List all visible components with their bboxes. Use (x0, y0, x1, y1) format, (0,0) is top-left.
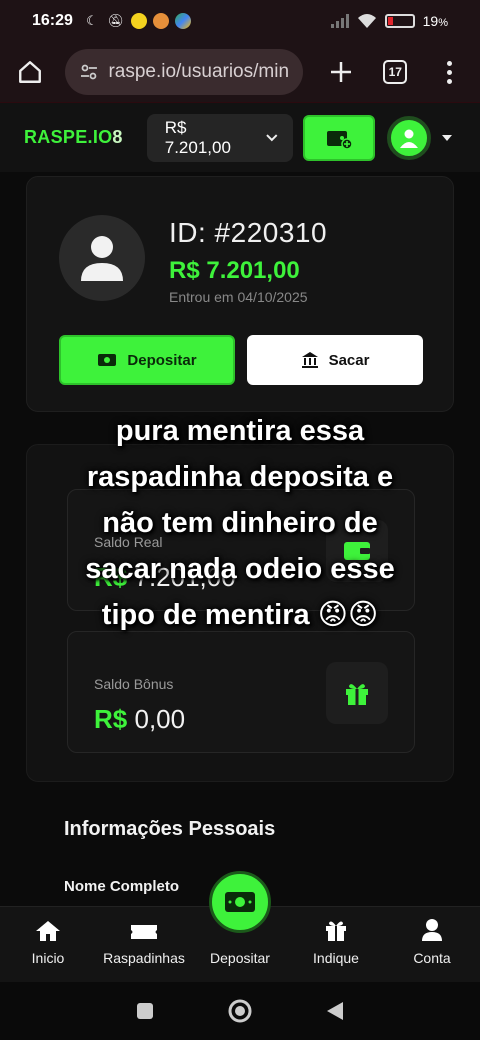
wallet-plus-icon (326, 130, 353, 150)
bottom-navigation: Inicio Raspadinhas Depositar Indique Con… (0, 871, 480, 982)
full-name-label: Nome Completo (64, 878, 180, 895)
app-header: RASPE.IO8 R$ 7.201,00 (0, 102, 480, 172)
withdraw-button[interactable]: Sacar (247, 335, 423, 385)
gift-icon (326, 662, 388, 724)
browser-menu-button[interactable] (434, 54, 467, 90)
snapchat-icon (130, 13, 147, 29)
status-time: 16:29 (32, 12, 73, 29)
wifi-icon (357, 14, 376, 28)
nav-home-label: Inicio (31, 950, 65, 966)
user-icon (399, 129, 418, 148)
new-tab-button[interactable] (325, 54, 358, 90)
nav-indique-label: Indique (313, 950, 359, 966)
header-balance: R$ 7.201,00 (164, 117, 231, 157)
more-vert-icon (447, 60, 453, 66)
gift-icon (326, 921, 346, 941)
tab-count: 17 (383, 60, 408, 84)
system-home-icon[interactable] (227, 998, 253, 1024)
nav-raspadinhas[interactable]: Raspadinhas (96, 907, 192, 982)
caption-line: raspadinha deposita e (86, 461, 394, 493)
system-navigation (0, 982, 480, 1040)
browser-home-icon (19, 61, 42, 83)
browser-toolbar: raspe.io/usuarios/min 17 (0, 42, 480, 102)
url-text: raspe.io/usuarios/min (108, 61, 289, 82)
personal-info-title: Informações Pessoais (64, 818, 276, 840)
profile-card: ID: #220310 R$ 7.201,00 Entrou em 04/10/… (26, 176, 454, 412)
tab-switcher-button[interactable]: 17 (379, 54, 412, 90)
video-caption-overlay: pura mentira essa raspadinha deposita e … (0, 408, 480, 638)
status-right: 19% (330, 13, 448, 29)
deposit-label: Depositar (127, 351, 197, 369)
cash-icon (225, 892, 255, 912)
profile-avatar (59, 215, 145, 301)
recents-icon[interactable] (136, 1002, 154, 1020)
site-settings-icon[interactable] (79, 62, 99, 82)
deposit-button[interactable]: Depositar (59, 335, 235, 385)
bank-icon (301, 352, 318, 368)
status-bar: 16:29 ☾ 🔕︎ 19% (0, 0, 480, 42)
joined-date: Entrou em 04/10/2025 (169, 289, 308, 305)
nav-depositar[interactable]: Depositar (192, 871, 288, 982)
address-bar[interactable]: raspe.io/usuarios/min (64, 49, 303, 95)
logo[interactable]: RASPE.IO8 (24, 127, 123, 148)
user-placeholder-icon (81, 236, 123, 281)
app-notification-icon (152, 13, 169, 29)
account-caret-icon[interactable] (441, 134, 453, 142)
caption-line: não tem dinheiro de (102, 507, 378, 539)
user-id: ID: #220310 (169, 217, 328, 248)
play-store-icon (174, 13, 191, 29)
home-button[interactable] (14, 54, 47, 90)
status-left: 16:29 ☾ 🔕︎ (32, 12, 191, 30)
user-icon (422, 919, 442, 941)
mute-bell-icon: 🔕︎ (107, 13, 125, 28)
battery-icon (384, 14, 415, 28)
caption-line: pura mentira essa (115, 415, 365, 447)
plus-icon (330, 62, 351, 82)
back-icon[interactable] (326, 1001, 344, 1021)
balance-dropdown[interactable]: R$ 7.201,00 (146, 113, 293, 162)
nav-conta-label: Conta (413, 950, 451, 966)
profile-balance: R$ 7.201,00 (169, 257, 300, 284)
ticket-icon (131, 925, 157, 939)
nav-raspadinhas-label: Raspadinhas (103, 950, 185, 966)
battery-percent: 19% (422, 13, 448, 29)
bonus-balance-box: Saldo Bônus R$ 0,00 (67, 631, 415, 753)
bonus-balance-label: Saldo Bônus (94, 676, 174, 692)
caption-line: tipo de mentira 😡😡 (101, 599, 379, 631)
signal-icon (330, 14, 349, 28)
withdraw-label: Sacar (328, 351, 370, 369)
nav-indique[interactable]: Indique (288, 907, 384, 982)
home-icon (36, 921, 60, 941)
cash-icon (98, 354, 117, 366)
moon-icon: ☾ (86, 13, 98, 28)
nav-home[interactable]: Inicio (0, 907, 96, 982)
bonus-balance-value: R$ 0,00 (94, 704, 186, 734)
nav-depositar-label: Depositar (210, 950, 270, 966)
caption-line: sacar nada odeio esse (85, 553, 395, 585)
deposit-wallet-button[interactable] (302, 114, 375, 161)
account-avatar-button[interactable] (386, 115, 431, 160)
chevron-down-icon (266, 133, 278, 141)
nav-conta[interactable]: Conta (384, 907, 480, 982)
deposit-fab[interactable] (209, 871, 271, 933)
